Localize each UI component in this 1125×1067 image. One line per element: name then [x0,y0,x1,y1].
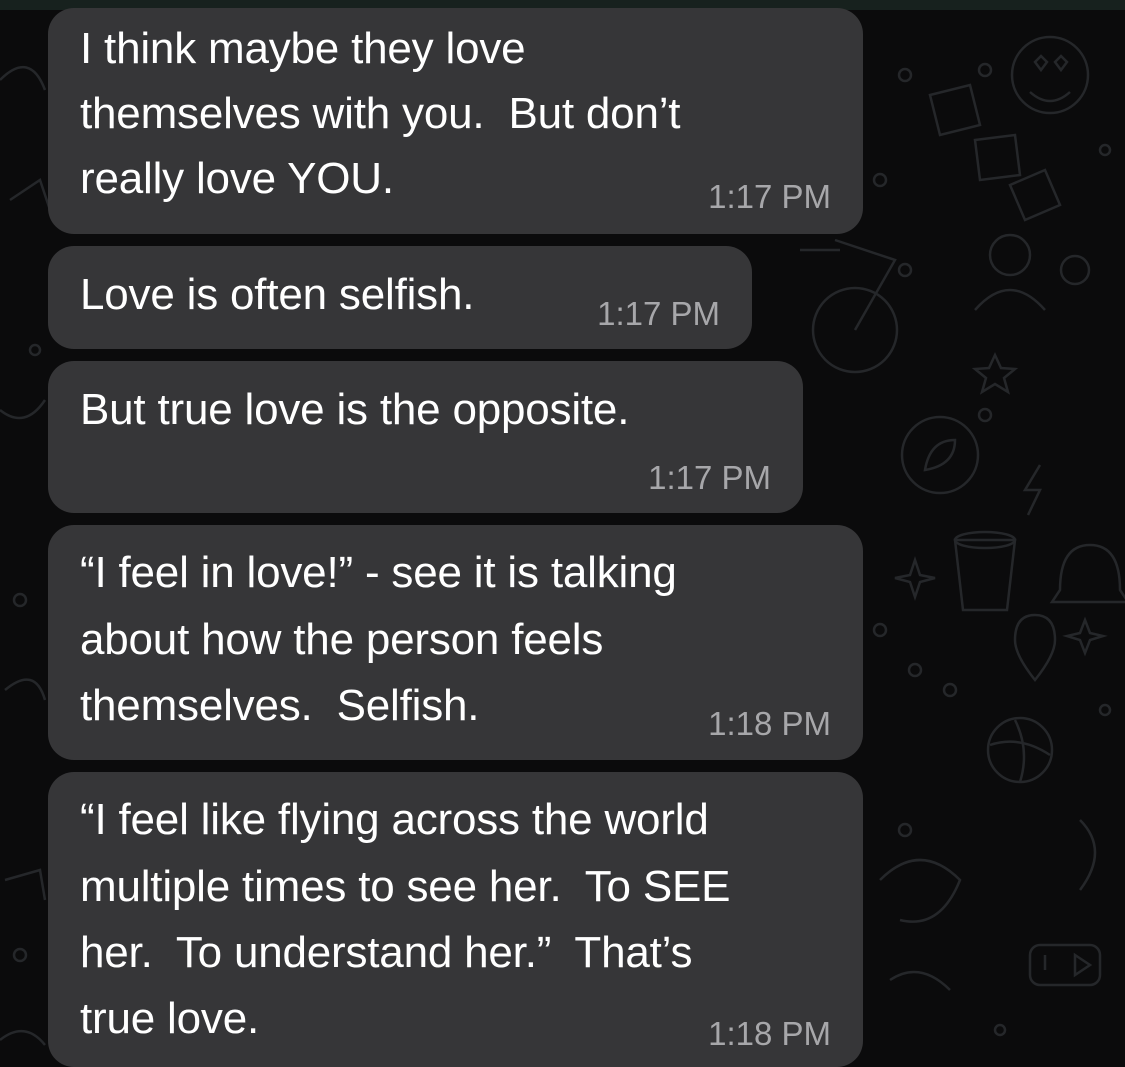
message-line: true love. [80,994,259,1043]
message-line: “I feel in love!” - see it is talking [80,548,677,597]
message-bubble[interactable]: I think maybe they love themselves with … [48,8,863,234]
message-bubble[interactable]: “I feel in love!” - see it is talking ab… [48,525,863,760]
message-line: about how the person feels [80,615,604,664]
message-bubble[interactable]: But true love is the opposite. 1:17 PM [48,361,803,513]
message-list: I think maybe they love themselves with … [0,0,1125,1067]
message-line: Love is often selfish. [80,270,475,319]
message-line: themselves with you. But don’t [80,89,681,138]
message-timestamp: 1:17 PM [648,459,771,496]
message-line: her. To understand her.” That’s [80,928,693,977]
message-bubble[interactable]: “I feel like flying across the world mul… [48,772,863,1067]
message-line: I think maybe they love [80,24,526,73]
message-timestamp: 1:17 PM [597,295,720,332]
message-line: multiple times to see her. To SEE [80,862,731,911]
message-timestamp: 1:18 PM [708,1015,831,1052]
message-line: But true love is the opposite. [80,385,630,434]
message-timestamp: 1:17 PM [708,178,831,215]
message-line: really love YOU. [80,154,394,203]
message-line: themselves. Selfish. [80,681,480,730]
message-timestamp: 1:18 PM [708,705,831,742]
message-line: “I feel like flying across the world [80,795,709,844]
message-bubble[interactable]: Love is often selfish. 1:17 PM [48,246,752,349]
